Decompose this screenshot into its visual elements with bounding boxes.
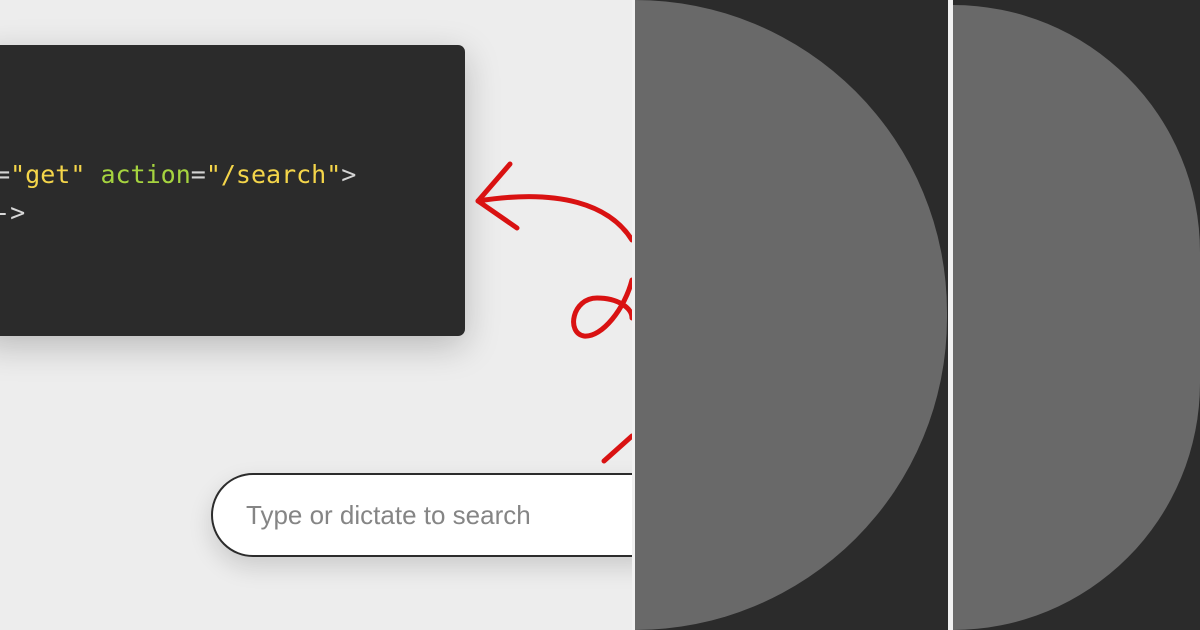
annotation-curve <box>475 194 632 243</box>
screenshot-canvas: d="get" action="/search"> --> <box>0 0 1200 630</box>
annotation-arrowhead <box>475 161 520 231</box>
search-field[interactable] <box>211 473 632 557</box>
code-token-comment-end: --> <box>0 198 26 227</box>
code-line-form-tag: d="get" action="/search"> <box>0 160 356 190</box>
code-token-equals: = <box>190 160 206 189</box>
code-snippet-window: d="get" action="/search"> --> <box>0 45 465 336</box>
code-token-action-attr: action <box>85 160 191 189</box>
code-token-equals: = <box>0 160 11 189</box>
code-token-tag-close: > <box>341 160 357 189</box>
search-input[interactable] <box>246 495 626 535</box>
annotation-tail <box>601 433 632 464</box>
code-line-comment: --> <box>0 198 25 228</box>
code-token-method-value: "get" <box>10 160 86 189</box>
left-panel: d="get" action="/search"> --> <box>0 0 632 630</box>
panel-divider-left <box>632 0 635 630</box>
annotation-loop <box>571 277 632 339</box>
panel-divider-middle <box>948 0 953 630</box>
code-token-action-value: "/search" <box>205 160 342 189</box>
